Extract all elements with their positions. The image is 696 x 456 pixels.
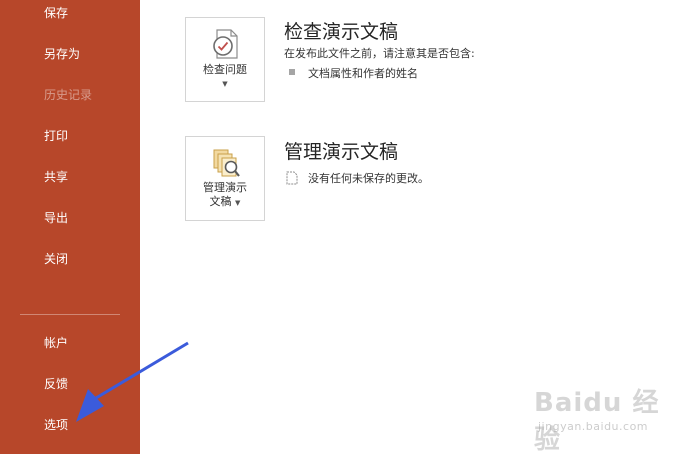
watermark-main: Baidu 经验 <box>534 388 660 455</box>
watermark-sub: jingyan.baidu.com <box>538 420 649 433</box>
baidu-watermark: Baidu 经验 jingyan.baidu.com <box>530 376 670 455</box>
